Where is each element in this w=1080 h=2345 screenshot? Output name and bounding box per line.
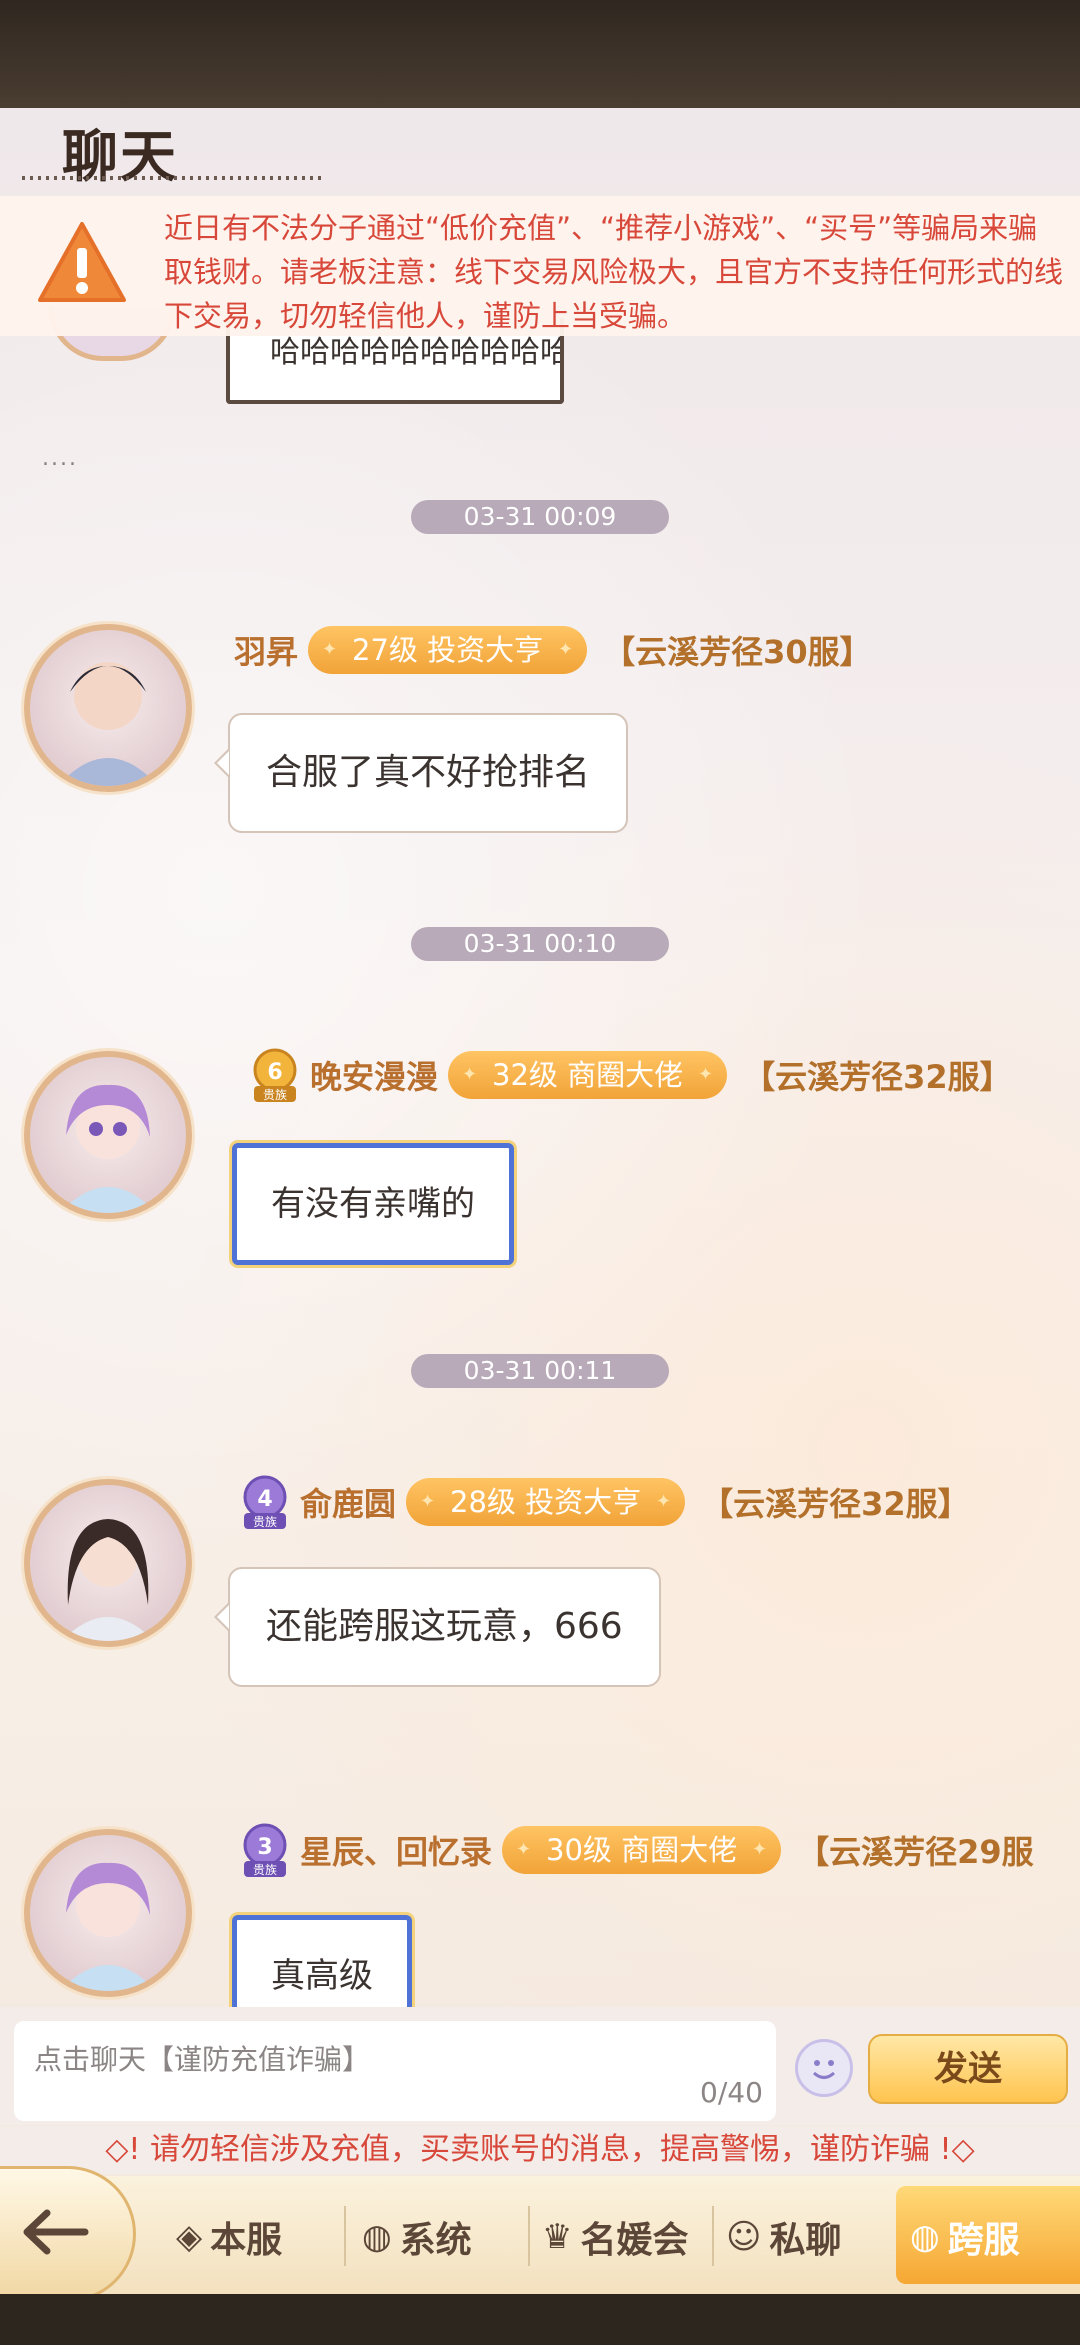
timestamp: 03-31 00:09 xyxy=(411,500,669,534)
partial-message-text: 哈哈哈哈哈哈哈哈哈哈 xyxy=(270,335,564,370)
sender-name[interactable]: 俞鹿圆 xyxy=(300,1479,396,1525)
avatar[interactable] xyxy=(24,624,192,792)
message-bubble[interactable]: 有没有亲嘴的 xyxy=(232,1143,514,1265)
vip-label: 贵族 xyxy=(253,1515,277,1529)
back-button[interactable] xyxy=(0,2166,136,2302)
level-badge: 27级 投资大亨 xyxy=(308,626,588,674)
title-divider xyxy=(22,176,322,180)
chat-input-placeholder: 点击聊天【谨防充值诈骗】 xyxy=(34,2043,371,2076)
vip-label: 贵族 xyxy=(253,1863,277,1877)
server-tag: 【云溪芳径32服】 xyxy=(743,1058,1012,1096)
timestamp: 03-31 00:11 xyxy=(411,1354,669,1388)
message-bubble[interactable]: 还能跨服这玩意，666 xyxy=(214,1567,661,1687)
tab-divider xyxy=(528,2206,530,2266)
level-badge: 28级 投资大亨 xyxy=(406,1478,686,1526)
sender-name[interactable]: 羽昇 xyxy=(234,627,298,673)
globe-icon: ◍ xyxy=(910,2217,940,2257)
tab-system[interactable]: ◍ 系统 xyxy=(362,2208,472,2266)
warning-icon: ◇! xyxy=(105,2132,141,2167)
sender-name[interactable]: 星辰、回忆录 xyxy=(300,1827,492,1873)
page-title: 聊天 xyxy=(62,125,178,190)
fraud-notice: ◇! 请勿轻信涉及充值，买卖账号的消息，提高警惕，谨防诈骗 !◇ xyxy=(0,2126,1080,2174)
tab-divider xyxy=(712,2206,714,2266)
tab-socialite-club[interactable]: ♛ 名媛会 xyxy=(542,2208,689,2266)
message-bubble[interactable]: 合服了真不好抢排名 xyxy=(213,713,629,833)
avatar[interactable] xyxy=(24,1829,192,1997)
vip-level: 3 xyxy=(257,1835,272,1860)
vip-level: 4 xyxy=(257,1487,272,1512)
tab-private-chat[interactable]: ☺ 私聊 xyxy=(726,2208,841,2266)
diamond-icon: ◈ xyxy=(176,2217,203,2257)
warning-text: 近日有不法分子通过“低价充值”、“推荐小游戏”、“买号”等骗局来骗取钱财。请老板… xyxy=(164,211,1064,333)
tab-label: 本服 xyxy=(210,2220,283,2261)
tab-cross-server[interactable]: ◍ 跨服 xyxy=(910,2208,1020,2266)
timestamp: 03-31 00:10 xyxy=(411,927,669,961)
server-tag: 【云溪芳径32服】 xyxy=(701,1485,970,1523)
chat-icon: ☺ xyxy=(726,2217,762,2257)
vip-badge-icon: 6 贵族 xyxy=(246,1046,304,1104)
message-header: 4 贵族 俞鹿圆 28级 投资大亨 【云溪芳径32服】 xyxy=(236,1475,970,1529)
avatar[interactable] xyxy=(24,1479,192,1647)
char-counter: 0/40 xyxy=(700,2076,763,2109)
fraud-notice-text: 请勿轻信涉及充值，买卖账号的消息，提高警惕，谨防诈骗 xyxy=(150,2132,930,2167)
level-badge: 30级 商圈大佬 xyxy=(502,1826,782,1874)
tab-label: 名媛会 xyxy=(580,2220,689,2261)
globe-icon: ◍ xyxy=(362,2217,392,2257)
message-header: 6 贵族 晚安漫漫 32级 商圈大佬 【云溪芳径32服】 xyxy=(246,1048,1012,1102)
message-header: 羽昇 27级 投资大亨 【云溪芳径30服】 xyxy=(234,625,872,675)
server-tag: 【云溪芳径29服 xyxy=(797,1833,1034,1871)
back-arrow-icon xyxy=(23,2209,89,2255)
avatar[interactable] xyxy=(24,1051,192,1219)
vip-level: 6 xyxy=(267,1060,282,1085)
vip-badge-icon: 4 贵族 xyxy=(236,1473,294,1531)
warning-icon xyxy=(36,220,128,304)
message-bubble[interactable]: 真高级 xyxy=(232,1915,412,2012)
crown-icon: ♛ xyxy=(542,2217,573,2257)
warning-icon: !◇ xyxy=(939,2132,975,2167)
vip-badge-icon: 3 贵族 xyxy=(236,1821,294,1879)
tab-local-server[interactable]: ◈ 本服 xyxy=(176,2208,282,2266)
emoji-icon[interactable] xyxy=(795,2039,853,2097)
system-bottom-bar xyxy=(0,2294,1080,2345)
send-button[interactable]: 发送 xyxy=(868,2034,1068,2104)
ellipsis-text: .... xyxy=(42,446,78,471)
tab-label: 私聊 xyxy=(769,2220,842,2261)
tab-label: 跨服 xyxy=(947,2220,1020,2261)
top-frame xyxy=(0,0,1080,108)
tab-label: 系统 xyxy=(399,2220,472,2261)
sender-name[interactable]: 晚安漫漫 xyxy=(310,1052,438,1098)
server-tag: 【云溪芳径30服】 xyxy=(603,633,872,671)
message-header: 3 贵族 星辰、回忆录 30级 商圈大佬 【云溪芳径29服 xyxy=(236,1823,1034,1877)
level-badge: 32级 商圈大佬 xyxy=(448,1051,728,1099)
tab-divider xyxy=(344,2206,346,2266)
vip-label: 贵族 xyxy=(263,1088,287,1102)
